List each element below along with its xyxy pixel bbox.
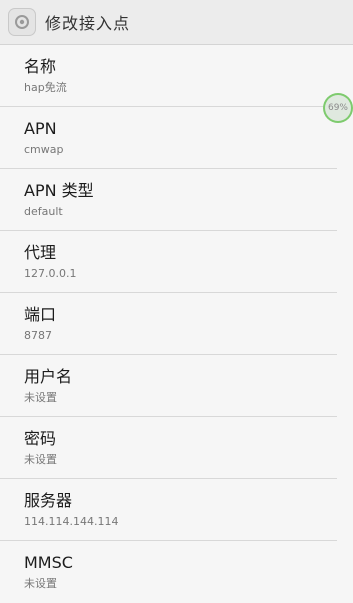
gear-icon bbox=[15, 15, 29, 29]
item-value: 未设置 bbox=[24, 453, 57, 466]
item-title: APN bbox=[24, 119, 57, 138]
item-value: 未设置 bbox=[24, 577, 57, 590]
list-item-server[interactable]: 服务器 114.114.144.114 bbox=[0, 479, 337, 541]
item-title: 名称 bbox=[24, 57, 57, 76]
item-value: hap免流 bbox=[24, 81, 67, 94]
item-title: 代理 bbox=[24, 243, 57, 262]
list-item-port[interactable]: 端口 8787 bbox=[0, 293, 337, 355]
apn-settings-list: 名称 hap免流 APN cmwap APN 类型 default 代理 127… bbox=[0, 45, 353, 603]
item-value: 127.0.0.1 bbox=[24, 267, 77, 280]
list-item-apn[interactable]: APN cmwap bbox=[0, 107, 337, 169]
item-title: 用户名 bbox=[24, 367, 73, 386]
floating-progress-badge[interactable]: 69% bbox=[325, 95, 351, 121]
item-value: 8787 bbox=[24, 329, 52, 342]
list-item-proxy[interactable]: 代理 127.0.0.1 bbox=[0, 231, 337, 293]
item-title: MMSC bbox=[24, 553, 73, 572]
list-item-name[interactable]: 名称 hap免流 bbox=[0, 45, 337, 107]
item-title: 服务器 bbox=[24, 491, 73, 510]
title-bar: 修改接入点 bbox=[0, 0, 353, 45]
item-value: 114.114.144.114 bbox=[24, 515, 119, 528]
list-item-mmsc[interactable]: MMSC 未设置 bbox=[0, 541, 337, 603]
item-title: APN 类型 bbox=[24, 181, 94, 200]
item-title: 端口 bbox=[24, 305, 57, 324]
badge-text: 69% bbox=[327, 103, 348, 113]
item-value: cmwap bbox=[24, 143, 64, 156]
page-title: 修改接入点 bbox=[45, 14, 131, 33]
item-value: 未设置 bbox=[24, 391, 57, 404]
list-item-username[interactable]: 用户名 未设置 bbox=[0, 355, 337, 417]
item-value: default bbox=[24, 205, 63, 218]
item-title: 密码 bbox=[24, 429, 57, 448]
list-item-password[interactable]: 密码 未设置 bbox=[0, 417, 337, 479]
settings-app-icon[interactable] bbox=[8, 8, 36, 36]
list-item-apn-type[interactable]: APN 类型 default bbox=[0, 169, 337, 231]
